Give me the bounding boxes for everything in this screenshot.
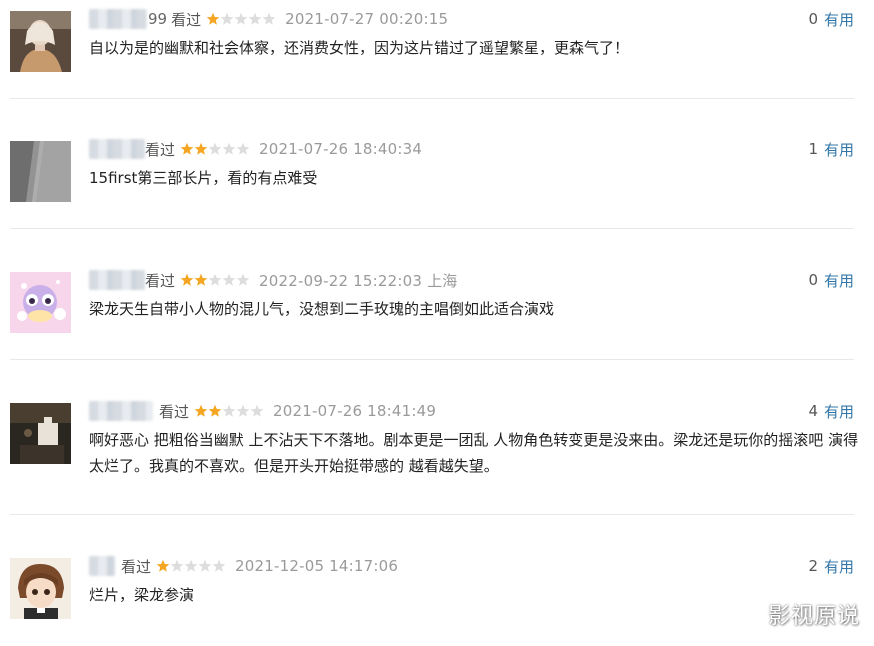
divider: [10, 228, 854, 229]
avatar[interactable]: [10, 272, 71, 333]
star-empty-icon: [198, 559, 212, 572]
star-filled-icon: [180, 142, 194, 155]
comment-meta: 看过 2021-12-05 14:17:06: [89, 555, 398, 577]
useful-vote: 2 有用: [808, 555, 854, 577]
comment-time: 2021-12-05 14:17:06: [235, 557, 399, 575]
rating-stars: [180, 142, 250, 156]
rating-stars: [206, 12, 276, 26]
blurred-username[interactable]: [89, 401, 153, 421]
star-filled-icon: [194, 142, 208, 155]
avatar[interactable]: [10, 403, 71, 464]
star-empty-icon: [236, 273, 250, 286]
useful-button[interactable]: 有用: [824, 139, 854, 160]
useful-count: 0: [808, 10, 818, 28]
useful-count: 1: [808, 140, 818, 158]
useful-vote: 0 有用: [808, 8, 854, 30]
star-empty-icon: [222, 142, 236, 155]
star-empty-icon: [248, 12, 262, 25]
star-filled-icon: [208, 404, 222, 417]
useful-count: 2: [808, 557, 818, 575]
divider: [10, 359, 854, 360]
divider: [10, 98, 854, 99]
useful-vote: 4 有用: [808, 400, 854, 422]
avatar[interactable]: [10, 11, 71, 72]
rating-stars: [180, 273, 250, 287]
star-empty-icon: [208, 273, 222, 286]
useful-button[interactable]: 有用: [824, 270, 854, 291]
avatar[interactable]: [10, 558, 71, 619]
star-empty-icon: [208, 142, 222, 155]
star-empty-icon: [250, 404, 264, 417]
blurred-username[interactable]: [89, 139, 145, 159]
useful-vote: 0 有用: [808, 269, 854, 291]
blurred-username[interactable]: [89, 556, 115, 576]
comment-text: 啊好恶心 把粗俗当幽默 上不沾天下不落地。剧本更是一团乱 人物角色转变更是没来由…: [89, 431, 859, 475]
watched-label: 看过: [171, 10, 202, 29]
comment-time: 2022-09-22 15:22:03 上海: [259, 271, 458, 290]
rating-stars: [194, 404, 264, 418]
useful-count: 4: [808, 402, 818, 420]
star-filled-icon: [194, 273, 208, 286]
comment-time: 2021-07-26 18:40:34: [259, 140, 423, 158]
comment-time: 2021-07-27 00:20:15: [285, 10, 449, 28]
useful-vote: 1 有用: [808, 138, 854, 160]
watched-label: 看过: [145, 140, 176, 159]
star-empty-icon: [262, 12, 276, 25]
comment-time: 2021-07-26 18:41:49: [273, 402, 437, 420]
star-filled-icon: [156, 559, 170, 572]
comment-text: 烂片，梁龙参演: [89, 586, 195, 604]
comment-meta: 99 看过 2021-07-27 00:20:15: [89, 8, 448, 30]
comment-text: 自以为是的幽默和社会体察，还消费女性，因为这片错过了遥望繁星，更森气了！: [89, 39, 630, 57]
useful-button[interactable]: 有用: [824, 556, 854, 577]
star-empty-icon: [212, 559, 226, 572]
star-empty-icon: [222, 404, 236, 417]
avatar[interactable]: [10, 141, 71, 202]
comment-text: 15first第三部长片，看的有点难受: [89, 169, 318, 187]
star-filled-icon: [206, 12, 220, 25]
star-filled-icon: [194, 404, 208, 417]
comment-meta: 看过 2022-09-22 15:22:03 上海: [89, 269, 458, 291]
watched-label: 看过: [159, 402, 190, 421]
divider: [10, 514, 854, 515]
star-empty-icon: [184, 559, 198, 572]
comment-meta: 看过 2021-07-26 18:40:34: [89, 138, 422, 160]
star-empty-icon: [220, 12, 234, 25]
watermark: 影视原说: [767, 604, 860, 629]
rating-stars: [156, 559, 226, 573]
star-empty-icon: [236, 404, 250, 417]
username-tail[interactable]: 99: [148, 10, 167, 28]
useful-button[interactable]: 有用: [824, 9, 854, 30]
comment-text: 梁龙天生自带小人物的混儿气，没想到二手玫瑰的主唱倒如此适合演戏: [89, 300, 555, 318]
star-empty-icon: [236, 142, 250, 155]
watched-label: 看过: [121, 557, 152, 576]
star-empty-icon: [222, 273, 236, 286]
blurred-username[interactable]: [89, 9, 147, 29]
star-empty-icon: [234, 12, 248, 25]
blurred-username[interactable]: [89, 270, 145, 290]
useful-button[interactable]: 有用: [824, 401, 854, 422]
star-filled-icon: [180, 273, 194, 286]
comment-meta: 看过 2021-07-26 18:41:49: [89, 400, 436, 422]
watched-label: 看过: [145, 271, 176, 290]
useful-count: 0: [808, 271, 818, 289]
star-empty-icon: [170, 559, 184, 572]
